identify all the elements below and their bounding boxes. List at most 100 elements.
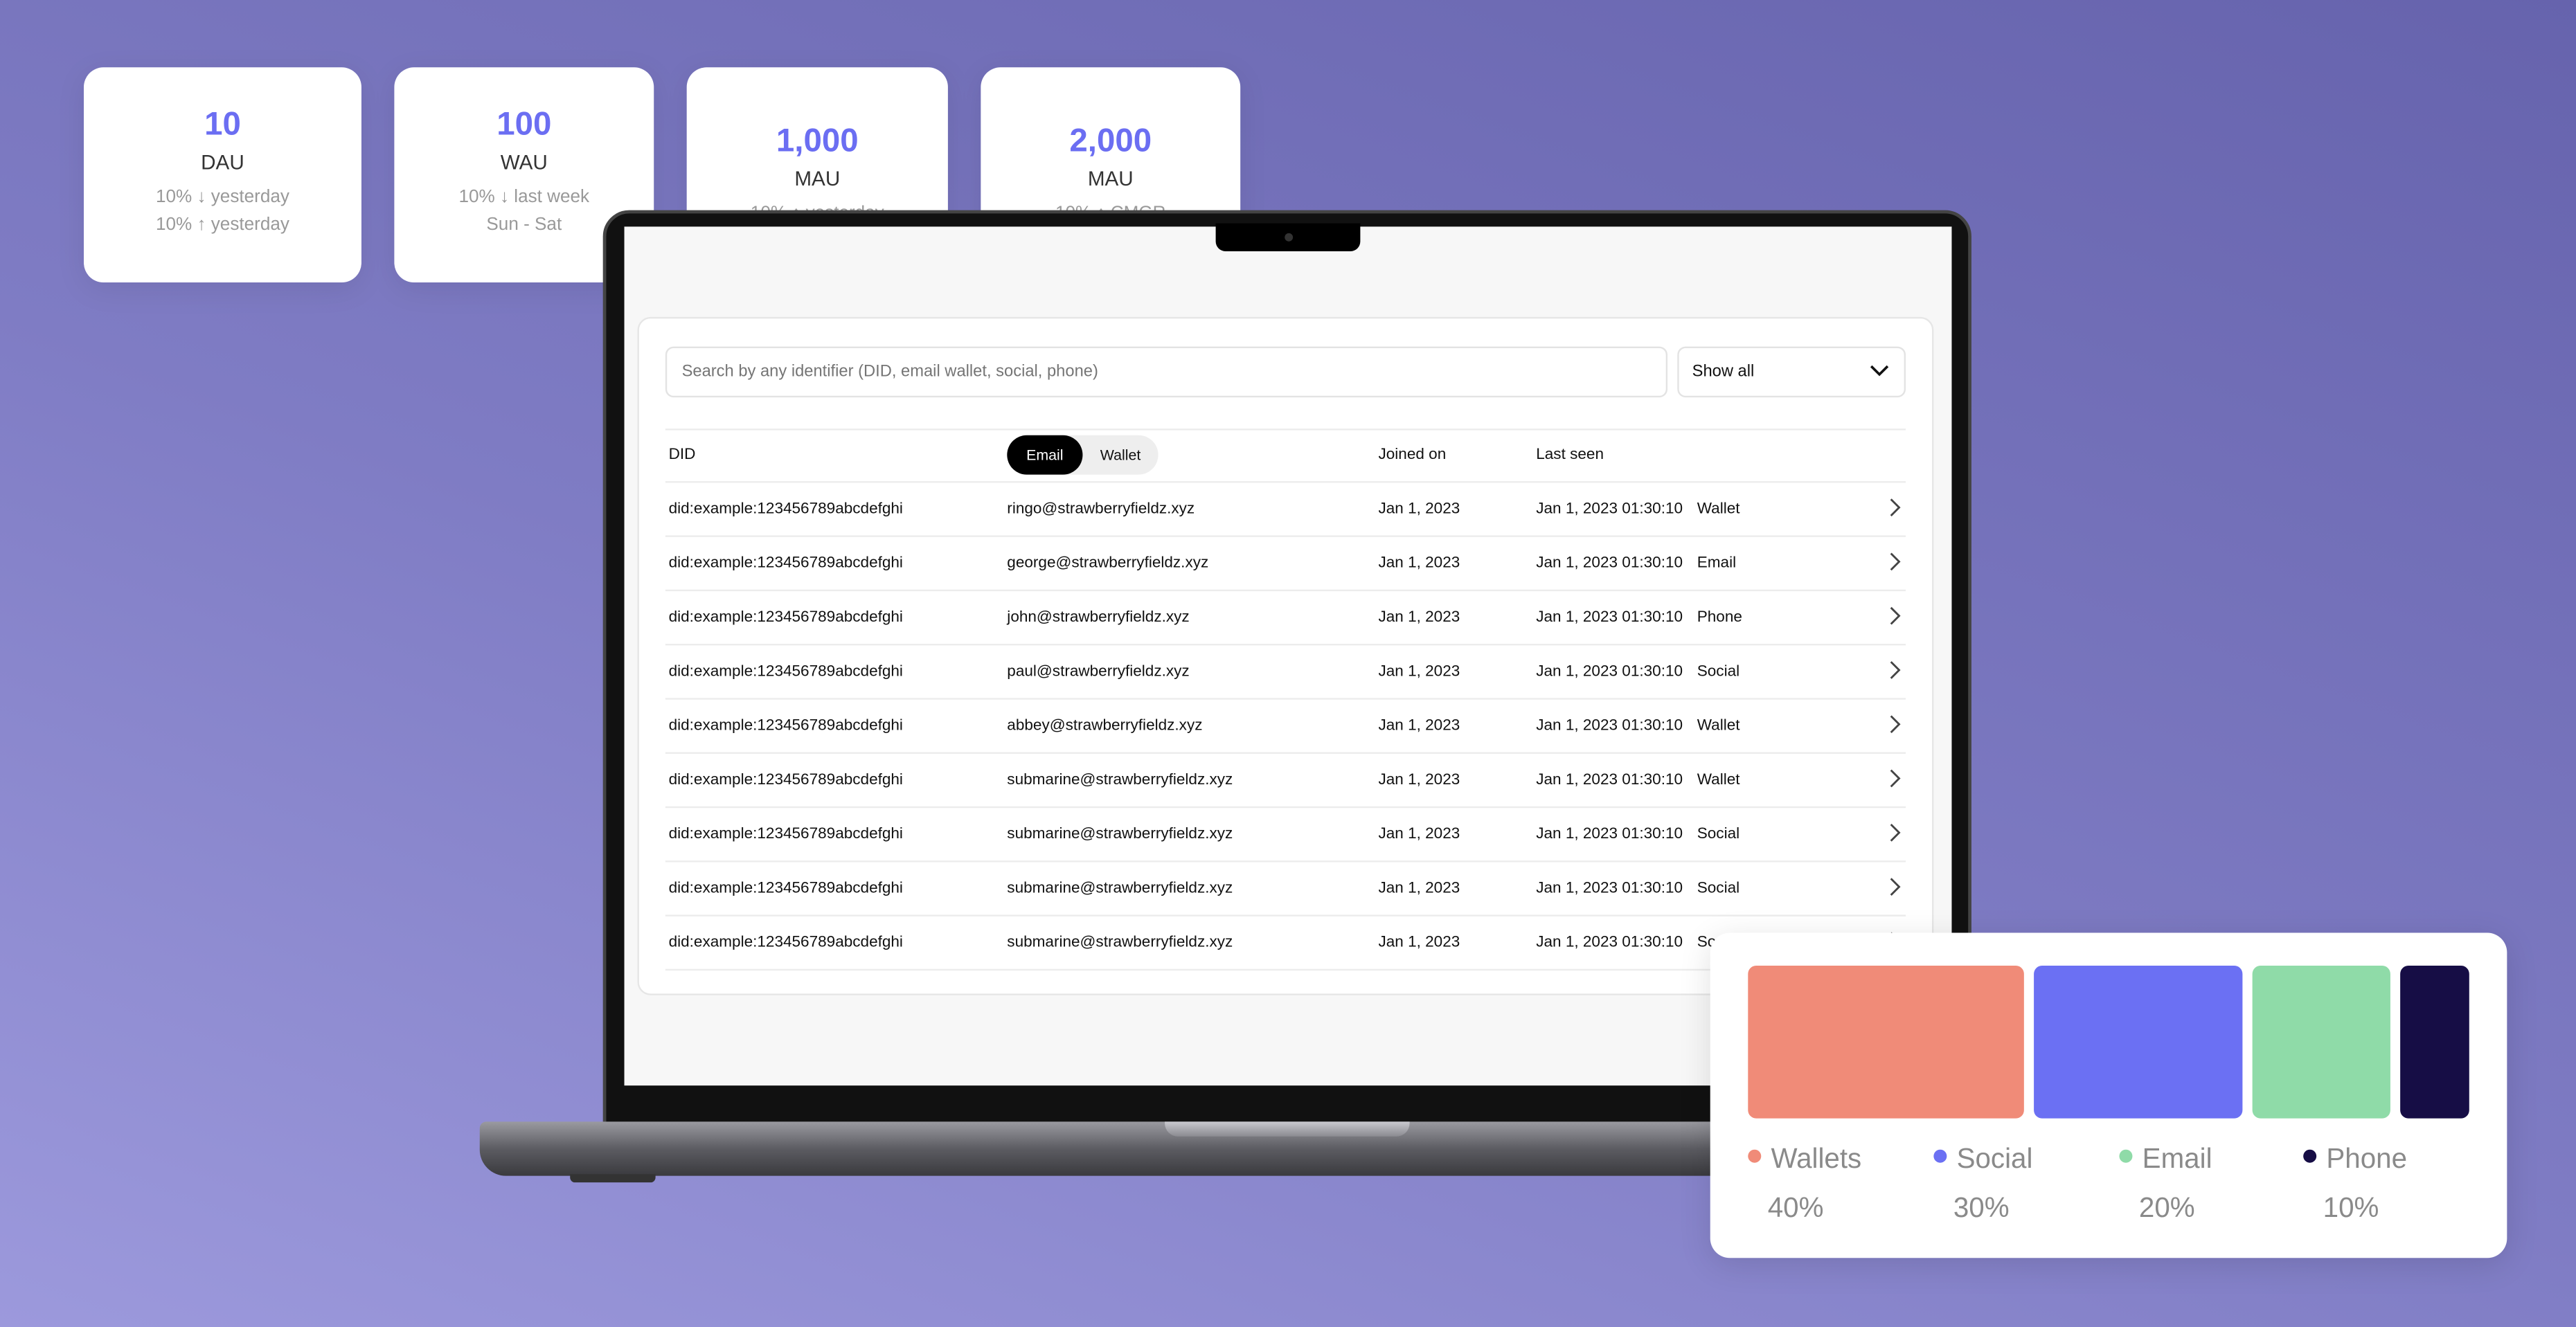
cell-last-seen: Jan 1, 2023 01:30:10	[1536, 933, 1683, 952]
cell-email: submarine@strawberryfieldz.xyz	[1007, 879, 1233, 898]
cell-last-seen: Jan 1, 2023 01:30:10	[1536, 825, 1683, 844]
cell-did[interactable]: did:example:123456789abcdefghi	[669, 554, 903, 572]
stat-value: 1,000	[776, 123, 859, 160]
stat-card: 10 DAU 10% ↓ yesterday 10% ↑ yesterday	[83, 67, 361, 283]
chevron-right-icon[interactable]	[1888, 768, 1901, 788]
cell-email: submarine@strawberryfieldz.xyz	[1007, 770, 1233, 789]
bar-social	[2034, 966, 2242, 1119]
cell-did[interactable]: did:example:123456789abcdefghi	[669, 662, 903, 680]
cell-type: Wallet	[1697, 716, 1740, 735]
chevron-right-icon[interactable]	[1888, 552, 1901, 571]
toggle-email[interactable]: Email	[1007, 435, 1083, 475]
email-wallet-toggle[interactable]: Email Wallet	[1007, 435, 1159, 475]
filter-select[interactable]: Show all	[1677, 346, 1906, 398]
cell-type: Phone	[1697, 608, 1742, 627]
row-divider	[665, 535, 1906, 537]
divider	[665, 428, 1906, 431]
legend-item: Social	[1933, 1143, 2032, 1175]
cell-joined: Jan 1, 2023	[1378, 933, 1460, 952]
legend-item: Phone	[2303, 1143, 2407, 1175]
row-divider	[665, 752, 1906, 754]
stat-change: 10% ↓ last week	[458, 187, 590, 207]
cell-did[interactable]: did:example:123456789abcdefghi	[669, 771, 903, 789]
cell-last-seen: Jan 1, 2023 01:30:10	[1536, 500, 1683, 518]
legend-dot-icon	[1933, 1149, 1947, 1163]
row-divider	[665, 914, 1906, 917]
legend-dot-icon	[2119, 1149, 2133, 1163]
cell-last-seen: Jan 1, 2023 01:30:10	[1536, 879, 1683, 898]
cell-joined: Jan 1, 2023	[1378, 825, 1460, 844]
legend-percent: 40%	[1767, 1192, 1824, 1224]
legend-label: Social	[1956, 1143, 2033, 1175]
cell-email: john@strawberryfieldz.xyz	[1007, 608, 1190, 627]
cell-last-seen: Jan 1, 2023 01:30:10	[1536, 770, 1683, 789]
toggle-wallet[interactable]: Wallet	[1082, 435, 1158, 475]
stat-change: 10% ↓ yesterday	[155, 187, 289, 207]
cell-email: paul@strawberryfieldz.xyz	[1007, 662, 1190, 681]
row-divider	[665, 589, 1906, 592]
chevron-right-icon[interactable]	[1888, 498, 1901, 517]
stage: 10 DAU 10% ↓ yesterday 10% ↑ yesterday 10…	[0, 0, 2576, 1327]
cell-type: Social	[1697, 879, 1740, 898]
cell-joined: Jan 1, 2023	[1378, 500, 1460, 518]
stat-value: 10	[204, 107, 241, 143]
row-divider	[665, 481, 1906, 483]
cell-did[interactable]: did:example:123456789abcdefghi	[669, 879, 903, 897]
header-did[interactable]: DID	[669, 446, 696, 464]
bar-email	[2251, 966, 2390, 1119]
cell-type: Wallet	[1697, 500, 1740, 518]
search-input[interactable]	[665, 346, 1668, 398]
stat-change: 10% ↑ yesterday	[155, 215, 289, 235]
chevron-right-icon[interactable]	[1888, 606, 1901, 625]
cell-last-seen: Jan 1, 2023 01:30:10	[1536, 662, 1683, 681]
header-joined[interactable]: Joined on	[1378, 446, 1446, 464]
cell-did[interactable]: did:example:123456789abcdefghi	[669, 825, 903, 843]
stat-label: WAU	[500, 151, 548, 174]
cell-last-seen: Jan 1, 2023 01:30:10	[1536, 608, 1683, 627]
cell-type: Social	[1697, 825, 1740, 844]
legend-label: Phone	[2326, 1143, 2408, 1175]
cell-email: abbey@strawberryfieldz.xyz	[1007, 716, 1203, 735]
cell-did[interactable]: did:example:123456789abcdefghi	[669, 717, 903, 735]
legend-dot-icon	[1748, 1149, 1762, 1163]
cell-did[interactable]: did:example:123456789abcdefghi	[669, 934, 903, 952]
cell-type: Wallet	[1697, 770, 1740, 789]
cell-did[interactable]: did:example:123456789abcdefghi	[669, 500, 903, 518]
cell-joined: Jan 1, 2023	[1378, 770, 1460, 789]
laptop-foot	[570, 1174, 656, 1183]
legend-label: Wallets	[1771, 1143, 1862, 1175]
cell-last-seen: Jan 1, 2023 01:30:10	[1536, 716, 1683, 735]
identifier-breakdown-card: Wallets 40% Social 30% Email 20% Phone 10%	[1710, 932, 2507, 1258]
header-last-seen[interactable]: Last seen	[1536, 446, 1604, 464]
cell-did[interactable]: did:example:123456789abcdefghi	[669, 608, 903, 626]
cell-email: george@strawberryfieldz.xyz	[1007, 554, 1209, 572]
chevron-right-icon[interactable]	[1888, 660, 1901, 680]
cell-joined: Jan 1, 2023	[1378, 879, 1460, 898]
cell-last-seen: Jan 1, 2023 01:30:10	[1536, 554, 1683, 572]
cell-type: Email	[1697, 554, 1737, 572]
legend-item: Email	[2119, 1143, 2212, 1175]
chevron-right-icon[interactable]	[1888, 877, 1901, 896]
stat-value: 100	[497, 107, 552, 143]
filter-selected-label: Show all	[1692, 363, 1755, 381]
laptop-opening-notch	[1165, 1121, 1410, 1137]
bar-wallets	[1748, 966, 2025, 1119]
chevron-right-icon[interactable]	[1888, 714, 1901, 734]
legend-item: Wallets	[1748, 1143, 1861, 1175]
row-divider	[665, 698, 1906, 700]
cell-joined: Jan 1, 2023	[1378, 716, 1460, 735]
row-divider	[665, 644, 1906, 646]
legend-label: Email	[2142, 1143, 2212, 1175]
legend-percent: 30%	[1953, 1192, 2010, 1224]
stat-value: 2,000	[1069, 123, 1152, 160]
chevron-down-icon	[1870, 365, 1889, 377]
cell-joined: Jan 1, 2023	[1378, 662, 1460, 681]
camera-icon	[1285, 233, 1294, 242]
row-divider	[665, 860, 1906, 863]
chevron-right-icon[interactable]	[1888, 823, 1901, 842]
legend-dot-icon	[2303, 1149, 2317, 1163]
legend-percent: 20%	[2138, 1192, 2195, 1224]
cell-joined: Jan 1, 2023	[1378, 608, 1460, 627]
cell-email: ringo@strawberryfieldz.xyz	[1007, 500, 1195, 518]
stat-label: MAU	[1087, 167, 1134, 191]
